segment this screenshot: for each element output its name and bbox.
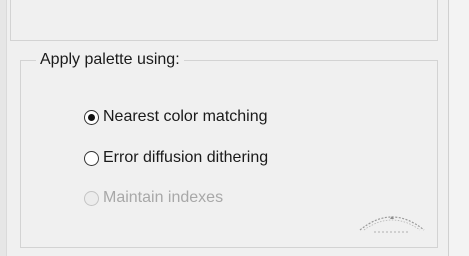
radio-label: Nearest color matching xyxy=(103,108,268,125)
radio-nearest-color-matching[interactable]: Nearest color matching xyxy=(84,107,268,127)
watermark-stamp xyxy=(359,216,425,233)
left-panel-edge xyxy=(0,0,7,256)
radio-label: Error diffusion dithering xyxy=(103,149,269,166)
group-title: Apply palette using: xyxy=(36,50,184,70)
right-panel-edge xyxy=(448,0,469,256)
radio-unselected-icon[interactable] xyxy=(84,150,99,166)
upper-group-box xyxy=(10,0,438,41)
radio-disabled-icon xyxy=(84,190,99,206)
radio-label: Maintain indexes xyxy=(103,189,224,206)
radio-selected-icon[interactable] xyxy=(84,109,99,125)
radio-error-diffusion-dithering[interactable]: Error diffusion dithering xyxy=(84,148,268,168)
radio-maintain-indexes: Maintain indexes xyxy=(84,188,223,208)
